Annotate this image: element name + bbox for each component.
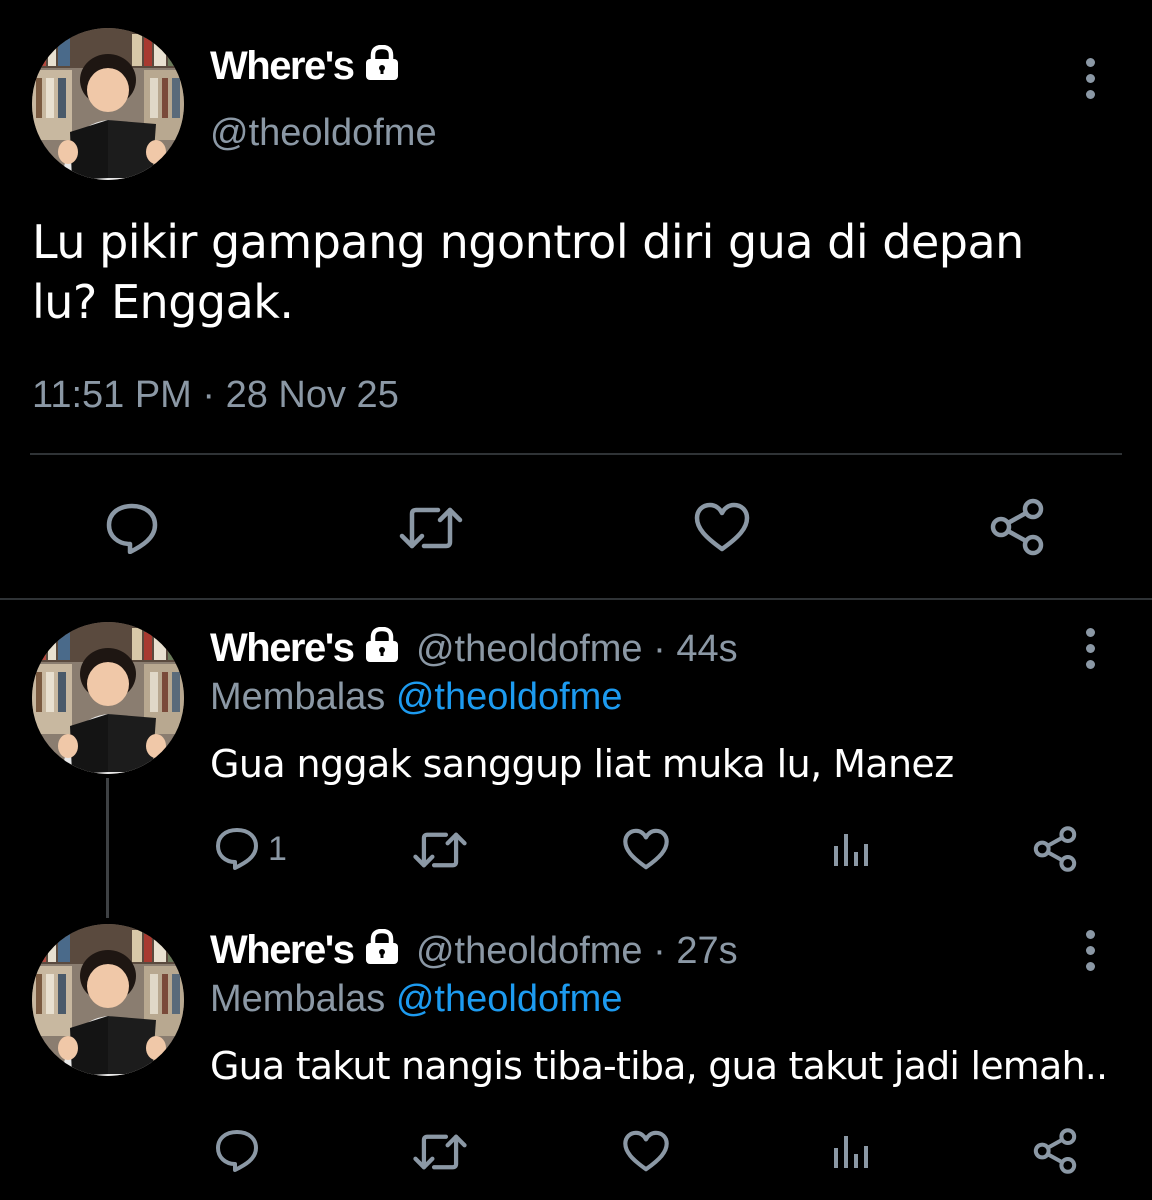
divider bbox=[0, 598, 1152, 600]
avatar-image bbox=[32, 924, 184, 1076]
mention-link[interactable]: @theoldofme bbox=[396, 978, 623, 1020]
author-handle[interactable]: @theoldofme bbox=[210, 112, 437, 155]
author-handle-time[interactable]: @theoldofme · 44s bbox=[416, 628, 738, 670]
reply-text: Gua takut nangis tiba-tiba, gua takut ja… bbox=[210, 1044, 1108, 1088]
tweet-text: Lu pikir gampang ngontrol diri gua di de… bbox=[32, 215, 1024, 329]
lock-icon bbox=[362, 626, 402, 668]
avatar[interactable] bbox=[32, 924, 184, 1076]
lock-icon bbox=[362, 928, 402, 970]
author-name[interactable]: Where's bbox=[210, 44, 402, 91]
retweet-icon[interactable] bbox=[398, 500, 464, 556]
reply-text: Gua nggak sanggup liat muka lu, Manez bbox=[210, 742, 954, 786]
share-icon[interactable] bbox=[1030, 1126, 1080, 1176]
share-icon[interactable] bbox=[1030, 824, 1080, 874]
lock-icon bbox=[362, 44, 402, 91]
retweet-icon[interactable] bbox=[412, 1130, 468, 1174]
reply-icon[interactable] bbox=[212, 1128, 262, 1174]
avatar[interactable] bbox=[32, 622, 184, 774]
share-icon[interactable] bbox=[986, 496, 1048, 558]
like-icon[interactable] bbox=[622, 1128, 670, 1174]
reply-icon[interactable] bbox=[100, 498, 164, 558]
like-icon[interactable] bbox=[622, 826, 670, 872]
more-options-icon[interactable] bbox=[1080, 628, 1100, 676]
thread-connector bbox=[106, 778, 109, 918]
more-options-icon[interactable] bbox=[1080, 58, 1100, 106]
reply-header: Where's @theoldofme · 44s bbox=[210, 626, 738, 671]
divider bbox=[30, 453, 1122, 455]
analytics-icon[interactable] bbox=[828, 1130, 872, 1174]
reply-header: Where's @theoldofme · 27s bbox=[210, 928, 738, 973]
reply-icon[interactable] bbox=[212, 826, 262, 872]
avatar[interactable] bbox=[32, 28, 184, 180]
replying-to: Membalas @theoldofme bbox=[210, 676, 623, 718]
reply-count: 1 bbox=[268, 830, 287, 868]
mention-link[interactable]: @theoldofme bbox=[396, 676, 623, 718]
avatar-image bbox=[32, 622, 184, 774]
author-handle-time[interactable]: @theoldofme · 27s bbox=[416, 930, 738, 972]
like-icon[interactable] bbox=[692, 500, 752, 554]
avatar-image bbox=[32, 28, 184, 180]
author-name[interactable]: Where's bbox=[210, 928, 355, 972]
replying-to: Membalas @theoldofme bbox=[210, 978, 623, 1020]
more-options-icon[interactable] bbox=[1080, 930, 1100, 978]
author-name[interactable]: Where's bbox=[210, 626, 355, 670]
tweet-timestamp[interactable]: 11:51 PM · 28 Nov 25 bbox=[32, 374, 399, 417]
analytics-icon[interactable] bbox=[828, 828, 872, 872]
retweet-icon[interactable] bbox=[412, 828, 468, 872]
